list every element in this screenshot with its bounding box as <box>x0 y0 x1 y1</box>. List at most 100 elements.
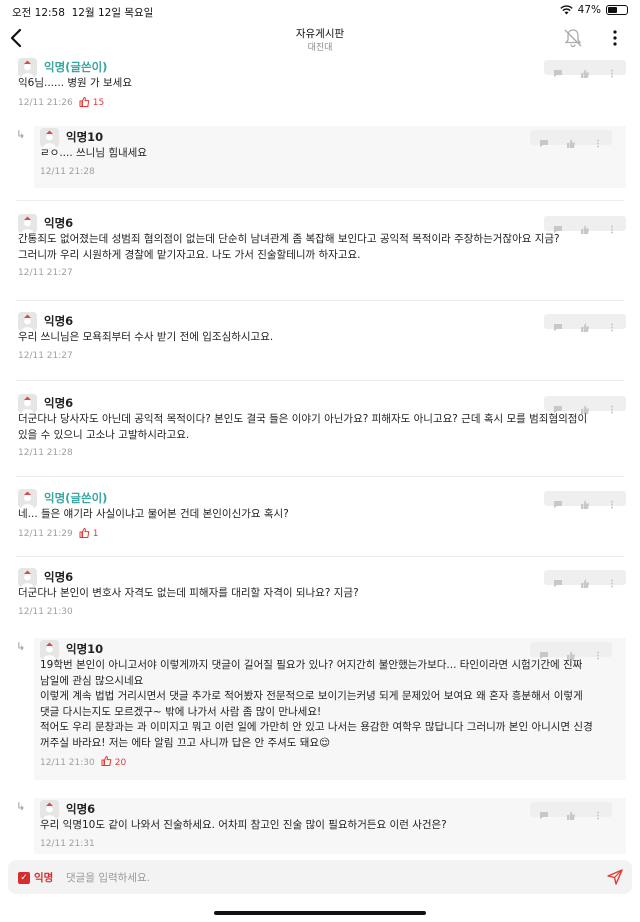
more-dots-icon[interactable] <box>593 645 603 660</box>
comment-author: 익명6 <box>44 314 74 328</box>
comment-time: 12/11 21:28 <box>18 448 73 458</box>
comment-author: 익명6 <box>44 216 74 230</box>
like-icon[interactable] <box>580 573 590 588</box>
more-dots-icon[interactable] <box>607 219 617 234</box>
like-number: 15 <box>92 98 105 108</box>
comment-time: 12/11 21:30 <box>18 606 73 617</box>
reply-icon[interactable] <box>539 133 549 147</box>
more-dots-icon[interactable] <box>593 805 603 820</box>
comment-author: 익명10 <box>66 130 104 144</box>
comment-line: 적어도 우리 문창과는 과 이미지고 뭐고 이런 일에 가만히 안 있고 나서는… <box>40 721 593 733</box>
comment-meta: 12/11 21:30 20 <box>40 756 126 769</box>
reply-icon[interactable] <box>553 317 563 331</box>
like-icon[interactable] <box>580 63 590 78</box>
avatar <box>40 640 59 659</box>
more-dots-icon[interactable] <box>607 573 617 588</box>
comment-meta: 12/11 21:28 <box>18 448 73 458</box>
notification-off-icon[interactable] <box>562 27 584 49</box>
like-icon[interactable] <box>580 219 590 234</box>
like-icon[interactable] <box>566 805 576 820</box>
divider <box>16 556 624 557</box>
comment-line: 댓글 다시는지도 모르겠구~ 밖에 나가서 사람 좀 많이 만나세요! <box>40 705 322 718</box>
checkbox-icon: ✓ <box>18 871 30 884</box>
avatar <box>40 128 59 147</box>
more-dots-icon[interactable] <box>607 399 617 414</box>
comment-body: 더군다나 당사자도 아닌데 공익적 목적이다? 본인도 결국 들은 이야기 아닌… <box>18 412 587 443</box>
avatar <box>18 214 37 233</box>
like-icon <box>79 527 90 541</box>
reply-arrow-icon: ↳ <box>16 800 26 813</box>
comment-meta: 12/11 21:26 15 <box>18 96 105 110</box>
divider <box>16 300 624 301</box>
comment-line: 더군다나 당사자도 아닌데 공익적 목적이다? 본인도 결국 들은 이야기 아닌… <box>18 413 588 425</box>
comment-meta: 12/11 21:30 <box>18 607 73 617</box>
comment: 익명6 더군다나 본인이 변호사 자격도 없는데 피해자를 대리할 자격이 되나요… <box>0 566 640 624</box>
comment-actions <box>530 130 612 148</box>
like-icon[interactable] <box>566 645 576 660</box>
divider <box>16 200 624 201</box>
comment-author: 익명6 <box>44 570 74 584</box>
comment-meta: 12/11 21:27 <box>18 268 73 278</box>
reply-icon[interactable] <box>553 494 563 508</box>
comment: 익명6 우리 쓰니님은 모욕죄부터 수사 받기 전에 입조심하시고요. 12/11 … <box>0 310 640 368</box>
comment-time: 12/11 21:27 <box>18 350 73 361</box>
avatar <box>40 800 59 819</box>
anonymous-toggle[interactable]: ✓ 익명 <box>18 870 53 885</box>
more-dots-icon[interactable] <box>607 63 617 78</box>
comment-actions <box>544 570 626 588</box>
send-icon[interactable] <box>606 868 624 886</box>
page-title: 자유게시판 <box>295 28 345 40</box>
comment-line: 간통죄도 없어졌는데 성범죄 혐의점이 없는데 단순히 남녀관계 좀 복잡해 보… <box>18 233 560 245</box>
comment-actions <box>544 216 626 234</box>
comment-line: 남일에 관심 많으시네요 <box>40 674 144 687</box>
comment-line: 우리 익명10도 같이 나와서 진술하세요. 어차피 참고인 진술 많이 필요하… <box>40 819 447 831</box>
reply-icon[interactable] <box>553 399 563 413</box>
reply-icon[interactable] <box>553 573 563 587</box>
comment-line: 이렇게 계속 법법 거리시면서 댓글 추가로 적어봤자 전문적으로 보이기는커녕… <box>40 690 583 702</box>
more-dots-icon[interactable] <box>593 133 603 148</box>
comment-line: 네... 들은 얘기라 사실이냐고 물어본 건데 본인이신가요 혹시? <box>18 508 289 520</box>
reply-arrow-icon: ↳ <box>16 128 26 141</box>
like-number: 20 <box>114 757 127 768</box>
reply-icon[interactable] <box>539 645 549 659</box>
reply-comment: 익명10 19학번 본인이 아니고서야 이렇게까지 댓글이 길어질 필요가 있나?… <box>0 638 640 780</box>
like-icon[interactable] <box>566 133 576 148</box>
comment-line: 더군다나 본인이 변호사 자격도 없는데 피해자를 대리할 자격이 되나요? 지… <box>18 587 359 599</box>
divider <box>16 380 624 381</box>
reply-icon[interactable] <box>539 805 549 819</box>
avatar <box>18 58 37 77</box>
comment: 익명(글쓴이) 네... 들은 얘기라 사실이냐고 물어본 건데 본인이신가요 혹… <box>0 487 640 545</box>
comment-body: 19학번 본인이 아니고서야 이렇게까지 댓글이 길어질 필요가 있나? 어지간… <box>40 658 593 751</box>
comment-actions <box>530 642 612 660</box>
status-time: 오전 12:58 12월 12일 목요일 <box>12 7 154 19</box>
like-icon[interactable] <box>580 399 590 414</box>
comment-meta: 12/11 21:28 <box>40 167 95 177</box>
comment-author: 익명(글쓴이) <box>44 491 108 505</box>
comment-meta: 12/11 21:29 1 <box>18 527 98 541</box>
comment-line: 있을 수 있으니 고소나 고발하시라고요. <box>18 428 190 441</box>
comment-body: 익6님...... 병원 가 보세요 <box>18 76 132 92</box>
comment-input[interactable]: 댓글을 입력하세요. <box>66 870 150 885</box>
home-indicator <box>214 911 426 915</box>
comment-time: 12/11 21:27 <box>18 268 73 278</box>
comment-body: 더군다나 본인이 변호사 자격도 없는데 피해자를 대리할 자격이 되나요? 지… <box>18 586 359 602</box>
comment: 익명6 더군다나 당사자도 아닌데 공익적 목적이다? 본인도 결국 들은 이야기… <box>0 392 640 464</box>
comment-line: ㄹㅇ.... 쓰니님 힘내세요 <box>40 147 147 159</box>
like-icon <box>101 756 112 769</box>
comment-line: 19학번 본인이 아니고서야 이렇게까지 댓글이 길어질 필요가 있나? 어지간… <box>40 659 583 671</box>
like-icon[interactable] <box>580 494 590 509</box>
comment-time: 12/11 21:31 <box>40 838 95 849</box>
comment-line: 우리 쓰니님은 모욕죄부터 수사 받기 전에 입조심하시고요. <box>18 331 274 343</box>
like-icon[interactable] <box>580 317 590 332</box>
reply-icon[interactable] <box>553 63 563 77</box>
comment-actions <box>544 396 626 414</box>
more-options-icon[interactable] <box>606 27 624 49</box>
comment-time: 12/11 21:26 <box>18 98 73 108</box>
comment-time: 12/11 21:29 <box>18 529 73 539</box>
comment-actions <box>530 802 612 820</box>
reply-icon[interactable] <box>553 219 563 233</box>
more-dots-icon[interactable] <box>607 494 617 509</box>
more-dots-icon[interactable] <box>607 317 617 332</box>
comment-actions <box>544 60 626 78</box>
like-count: 1 <box>79 527 98 541</box>
